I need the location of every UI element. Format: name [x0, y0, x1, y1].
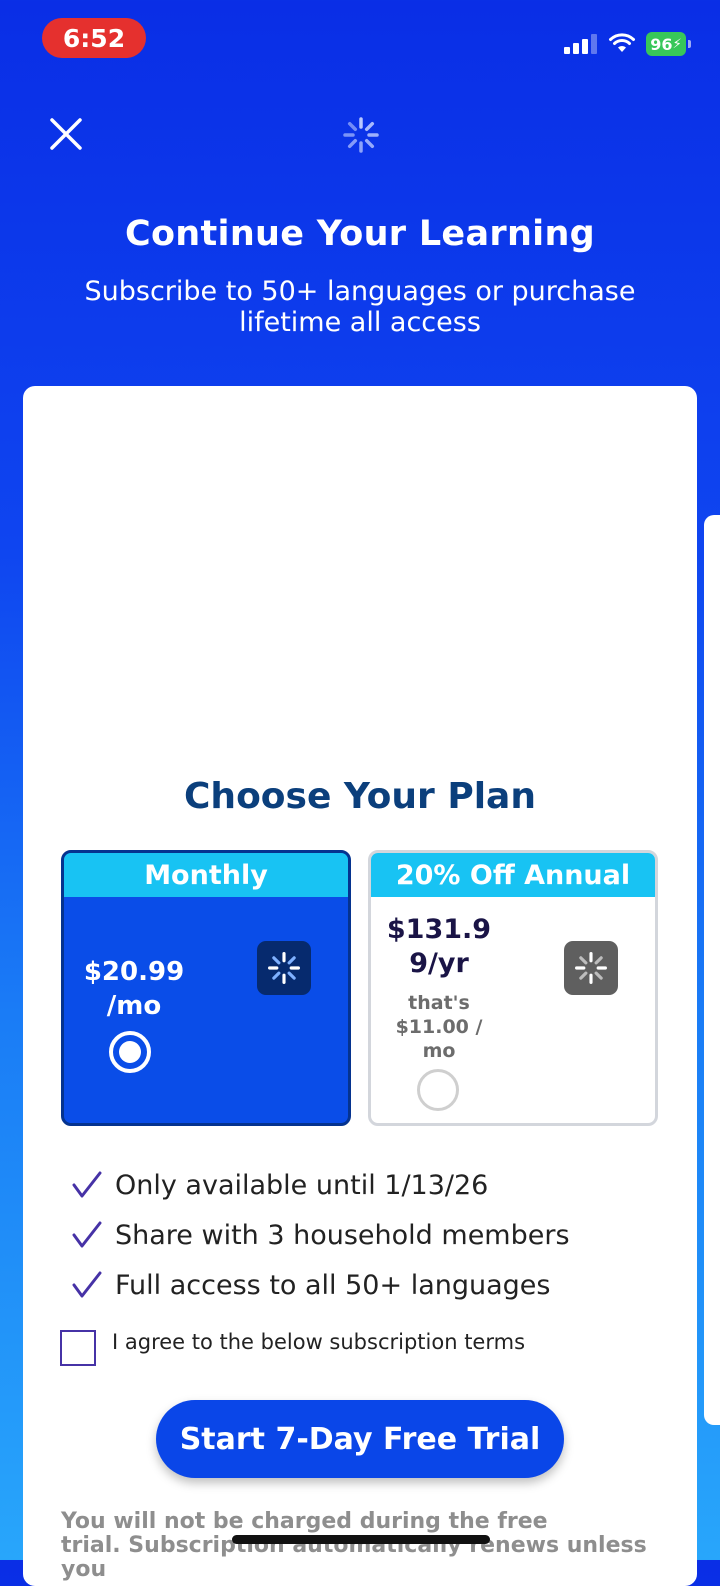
plan-section-title: Choose Your Plan — [184, 776, 536, 817]
spinner-icon — [564, 941, 618, 995]
checkmark-icon — [72, 1171, 102, 1198]
side-panel-edge — [704, 515, 720, 1425]
start-trial-button[interactable]: Start 7-Day Free Trial — [156, 1400, 564, 1478]
plan-radio-unselected[interactable] — [417, 1069, 459, 1111]
home-indicator[interactable] — [232, 1535, 490, 1544]
feature-list: Only available until 1/13/26 Share with … — [61, 1160, 681, 1310]
plan-name: 20% Off Annual — [371, 853, 655, 897]
signal-icon — [564, 34, 600, 54]
page-subtitle: Subscribe to 50+ languages or purchase l… — [84, 276, 636, 338]
plan-per-month: that's $11.00 / mo — [395, 992, 483, 1062]
agree-label: I agree to the below subscription terms — [112, 1330, 526, 1354]
page-title: Continue Your Learning — [124, 214, 596, 254]
plan-price: $131.9 9/yr — [386, 914, 492, 979]
feature-item: Only available until 1/13/26 — [61, 1160, 681, 1210]
subscription-disclaimer: You will not be charged during the free … — [61, 1509, 647, 1582]
feature-text: Full access to all 50+ languages — [115, 1269, 551, 1301]
plan-name: Monthly — [64, 853, 348, 897]
checkmark-icon — [72, 1271, 102, 1298]
status-bar: 6:52 96 ⚡ — [0, 0, 720, 80]
plan-option-annual[interactable]: 20% Off Annual $131.9 9/yr that's $11.00… — [368, 850, 658, 1126]
plan-radio-selected[interactable] — [109, 1031, 151, 1073]
feature-text: Only available until 1/13/26 — [115, 1169, 489, 1201]
battery-charging-icon: 96 ⚡ — [646, 32, 691, 56]
status-time: 6:52 — [42, 18, 146, 58]
battery-level: 96 — [650, 34, 673, 54]
feature-text: Share with 3 household members — [115, 1219, 570, 1251]
spinner-icon — [257, 941, 311, 995]
plan-option-monthly[interactable]: Monthly $20.99 /mo — [61, 850, 351, 1126]
close-icon[interactable] — [46, 114, 86, 154]
plan-card: Choose Your Plan Monthly $20.99 /mo 20% … — [23, 386, 697, 1586]
wifi-icon — [609, 33, 635, 52]
spinner-logo-icon — [343, 117, 379, 153]
feature-item: Full access to all 50+ languages — [61, 1260, 681, 1310]
agree-checkbox[interactable] — [60, 1330, 96, 1366]
checkmark-icon — [72, 1221, 102, 1248]
feature-item: Share with 3 household members — [61, 1210, 681, 1260]
plan-price: $20.99 /mo — [83, 957, 185, 1021]
